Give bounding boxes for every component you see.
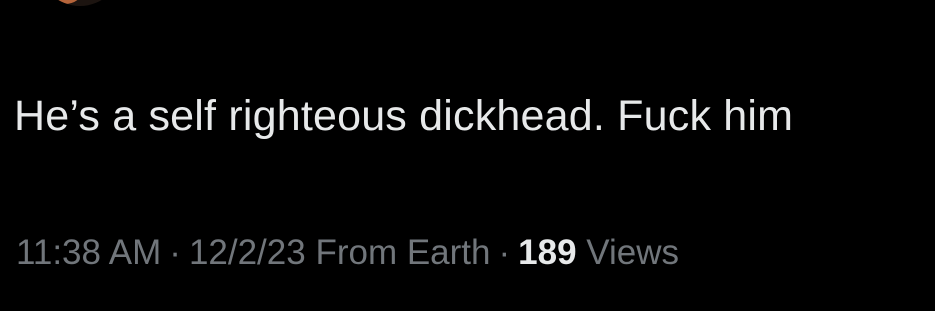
tweet-time[interactable]: 11:38 AM xyxy=(16,233,161,272)
views-label: Views xyxy=(586,233,680,272)
tweet-source: From Earth xyxy=(315,233,491,272)
tweet-metadata: 11:38 AM · 12/2/23 From Earth · 189 Views xyxy=(16,230,679,276)
views-count: 189 xyxy=(518,233,577,272)
tweet-text: He’s a self righteous dickhead. Fuck him xyxy=(14,92,794,140)
tweet-detail: He’s a self righteous dickhead. Fuck him… xyxy=(0,0,935,311)
tweet-date[interactable]: 12/2/23 xyxy=(189,233,306,272)
meta-separator: · xyxy=(169,233,181,272)
meta-separator: · xyxy=(498,233,511,272)
avatar[interactable] xyxy=(38,0,122,6)
avatar-image-fragment xyxy=(48,0,82,4)
